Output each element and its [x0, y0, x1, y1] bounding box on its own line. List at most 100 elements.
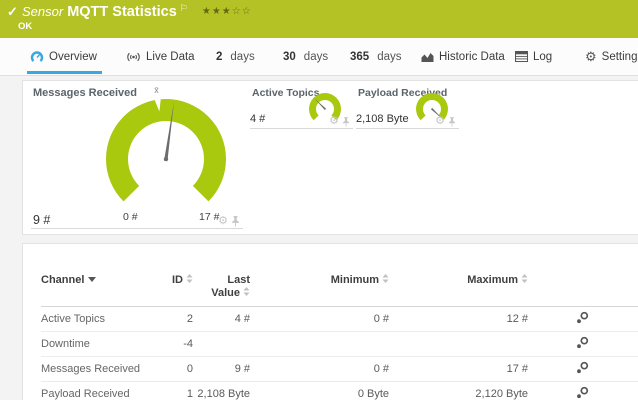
tab-label: Settings: [602, 51, 638, 63]
tab-label-number: 365: [350, 51, 369, 63]
tab-label: Live Data: [146, 51, 195, 63]
channel-last-value: [193, 332, 250, 357]
edit-channel-icon[interactable]: [576, 336, 589, 349]
channel-name[interactable]: Messages Received: [41, 357, 153, 382]
pin-icon[interactable]: [231, 216, 240, 227]
sort-icon: [186, 274, 193, 283]
gear-icon[interactable]: ⚙: [218, 216, 228, 227]
needle-hub: [164, 157, 168, 161]
gauge-tile-payload-received: Payload Received 2,108 Byte ⚙: [356, 87, 459, 129]
column-label: Value: [211, 287, 240, 299]
tab-label-number: 30: [283, 51, 296, 63]
channel-last-value: 9 #: [193, 357, 250, 382]
tab-label: days: [230, 51, 254, 63]
messages-received-gauge: x̄: [96, 81, 236, 211]
flag-icon[interactable]: ⚐: [180, 3, 188, 13]
channel-id: 2: [153, 307, 193, 332]
channel-name[interactable]: Payload Received: [41, 382, 153, 400]
gauge-tile-messages-received: Messages Received x̄ 0 # 17 # 9 # ⚙: [31, 87, 243, 229]
channel-maximum: [389, 332, 528, 357]
gauge-current-value: 9 #: [33, 213, 50, 227]
tab-label-number: 2: [216, 51, 222, 63]
channel-id: 1: [153, 382, 193, 400]
channel-maximum: 17 #: [389, 357, 528, 382]
gauge-icon: [30, 50, 44, 63]
column-label: Maximum: [467, 274, 518, 286]
priority-stars[interactable]: ★★★☆☆: [202, 6, 252, 17]
gauge-tile-actions: ⚙: [218, 216, 240, 227]
gauge-tile-active-topics: Active Topics 4 # ⚙: [250, 87, 353, 129]
tab-live-data[interactable]: Live Data: [126, 38, 195, 75]
channel-id: -4: [153, 332, 193, 357]
gauge-current-value: 4 #: [250, 113, 265, 125]
gauges-panel: Messages Received x̄ 0 # 17 # 9 # ⚙ Acti: [22, 80, 638, 235]
column-label: Last: [227, 274, 250, 286]
column-header-maximum[interactable]: Maximum: [389, 260, 528, 307]
channel-name[interactable]: Downtime: [41, 332, 153, 357]
average-marker-label: x̄: [154, 85, 159, 95]
sort-icon: [243, 287, 250, 296]
sensor-status-text: OK: [18, 21, 32, 32]
tab-label: Overview: [49, 51, 97, 63]
channel-id: 0: [153, 357, 193, 382]
area-chart-icon: [421, 51, 434, 63]
tab-label: days: [304, 51, 328, 63]
gear-icon[interactable]: ⚙: [329, 116, 339, 127]
pin-icon[interactable]: [342, 117, 350, 127]
edit-channel-icon[interactable]: [576, 386, 589, 399]
gauge-min-label: 0 #: [123, 211, 138, 223]
stars-empty[interactable]: ☆☆: [232, 6, 252, 17]
sort-icon: [521, 274, 528, 283]
gauge-tile-actions: ⚙: [435, 116, 456, 127]
gear-icon[interactable]: ⚙: [435, 116, 445, 127]
column-label: Minimum: [331, 274, 379, 286]
sort-icon: [382, 274, 389, 283]
channel-table-panel: Channel ID LastValue Minimum Maximum Act…: [22, 243, 638, 400]
tab-2-days[interactable]: 2 days: [216, 38, 255, 75]
table-row[interactable]: Downtime -4: [41, 332, 638, 357]
tab-label: Historic Data: [439, 51, 505, 63]
column-header-id[interactable]: ID: [153, 260, 193, 307]
column-header-edit: [528, 260, 638, 307]
column-header-minimum[interactable]: Minimum: [250, 260, 389, 307]
stars-filled[interactable]: ★★★: [202, 6, 232, 17]
tab-overview[interactable]: Overview: [30, 38, 97, 75]
prtg-sensor-page: ✓ SensorMQTT Statistics⚐★★★☆☆ OK Overvie…: [0, 0, 638, 400]
tab-settings[interactable]: ⚙ Settings: [585, 38, 638, 75]
log-table-icon: [515, 51, 528, 62]
table-row[interactable]: Active Topics 2 4 # 0 # 12 #: [41, 307, 638, 332]
edit-channel-icon[interactable]: [576, 311, 589, 324]
sort-caret-down-icon: [88, 277, 96, 282]
channel-maximum: 2,120 Byte: [389, 382, 528, 400]
gauge-tile-actions: ⚙: [329, 116, 350, 127]
sensor-title-row: Sensor MQTT Statistics⚐ ★★★☆☆: [22, 3, 252, 21]
tab-historic-data[interactable]: Historic Data: [421, 38, 505, 75]
edit-channel-icon[interactable]: [576, 361, 589, 374]
gear-icon: ⚙: [585, 50, 597, 63]
pin-icon[interactable]: [448, 117, 456, 127]
gauge-current-value: 2,108 Byte: [356, 113, 409, 125]
tab-30-days[interactable]: 30 days: [283, 38, 328, 75]
channel-maximum: 12 #: [389, 307, 528, 332]
broadcast-icon: [126, 51, 141, 63]
table-row[interactable]: Payload Received 1 2,108 Byte 0 Byte 2,1…: [41, 382, 638, 400]
channel-last-value: 2,108 Byte: [193, 382, 250, 400]
channel-last-value: 4 #: [193, 307, 250, 332]
channel-minimum: [250, 332, 389, 357]
sensor-title: MQTT Statistics: [67, 4, 177, 20]
table-row[interactable]: Messages Received 0 9 # 0 # 17 #: [41, 357, 638, 382]
channel-minimum: 0 #: [250, 307, 389, 332]
gauge-max-label: 17 #: [199, 211, 219, 223]
tab-365-days[interactable]: 365 days: [350, 38, 401, 75]
column-label: Channel: [41, 274, 84, 286]
column-label: ID: [172, 274, 183, 286]
channel-table: Channel ID LastValue Minimum Maximum Act…: [41, 260, 638, 400]
table-header-row: Channel ID LastValue Minimum Maximum: [41, 260, 638, 307]
tab-log[interactable]: Log: [515, 38, 552, 75]
channel-name[interactable]: Active Topics: [41, 307, 153, 332]
tab-bar: Overview Live Data 2 days 30 days 365: [0, 38, 638, 76]
tab-label: days: [377, 51, 401, 63]
column-header-last-value[interactable]: LastValue: [193, 260, 250, 307]
column-header-channel[interactable]: Channel: [41, 260, 153, 307]
sensor-kind-label: Sensor: [22, 4, 63, 19]
